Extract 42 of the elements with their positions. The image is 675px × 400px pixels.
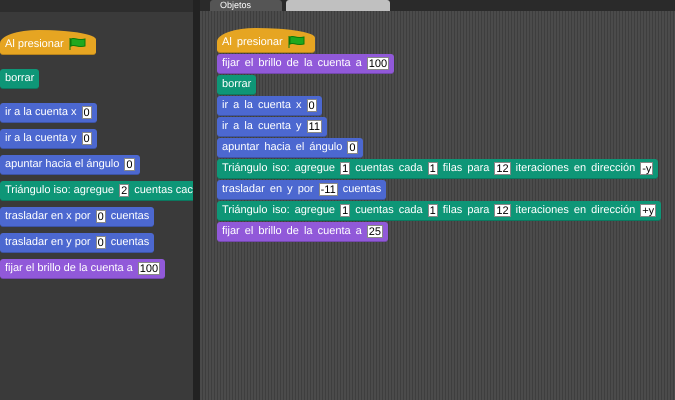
number-input[interactable]: 0 <box>306 99 317 112</box>
number-input[interactable]: 0 <box>347 141 358 154</box>
number-input[interactable]: -11 <box>318 183 338 196</box>
number-input[interactable]: 100 <box>138 262 160 275</box>
command-block[interactable]: ir a la cuenta y 11 <box>217 117 327 137</box>
number-input[interactable]: 0 <box>96 236 106 249</box>
command-block[interactable]: fijar el brillo de la cuenta a 100 <box>0 259 166 279</box>
command-block[interactable]: fijar el brillo de la cuenta a 100 <box>217 54 394 74</box>
number-input[interactable]: 0 <box>82 132 92 145</box>
number-input[interactable]: 2 <box>119 184 130 197</box>
command-block[interactable]: Triángulo iso: agregue 1 cuentas cada 1 filas para 12 iteraciones en dirección +y <box>217 201 662 221</box>
command-block[interactable]: ir a la cuenta x 0 <box>217 96 322 116</box>
command-block[interactable]: borrar <box>0 69 40 89</box>
command-block[interactable]: Triángulo iso: agregue 2 cuentas cac <box>0 181 193 201</box>
command-block[interactable]: apuntar hacia el ángulo 0 <box>0 155 140 175</box>
number-input[interactable]: 100 <box>366 57 390 70</box>
tab[interactable]: Objetos <box>210 0 282 11</box>
number-input[interactable]: 12 <box>494 162 511 175</box>
number-input[interactable]: 1 <box>340 204 350 217</box>
number-input[interactable]: 12 <box>494 204 511 217</box>
tab[interactable] <box>286 0 390 11</box>
command-block[interactable]: apuntar hacia el ángulo 0 <box>217 138 362 158</box>
command-block[interactable]: Triángulo iso: agregue 1 cuentas cada 1 filas para 12 iteraciones en dirección -y <box>217 159 658 179</box>
command-block[interactable]: trasladar en y por -11 cuentas <box>217 180 386 200</box>
command-block[interactable]: ir a la cuenta y 0 <box>0 129 97 149</box>
number-input[interactable]: +y <box>640 204 656 217</box>
number-input[interactable]: 1 <box>340 162 350 175</box>
command-block[interactable]: fijar el brillo de la cuenta a 25 <box>217 222 388 242</box>
number-input[interactable]: 11 <box>306 120 322 133</box>
number-input[interactable]: -y <box>640 162 654 175</box>
flag-icon <box>288 35 305 49</box>
command-block[interactable]: borrar <box>217 75 256 95</box>
number-input[interactable]: 1 <box>428 162 438 175</box>
number-input[interactable]: 0 <box>82 106 92 119</box>
command-block[interactable]: trasladar en y por 0 cuentas <box>0 233 154 253</box>
number-input[interactable]: 1 <box>428 204 438 217</box>
command-block[interactable]: ir a la cuenta x 0 <box>0 103 97 123</box>
number-input[interactable]: 25 <box>366 225 384 238</box>
number-input[interactable]: 0 <box>124 158 134 171</box>
flag-icon <box>68 37 86 51</box>
number-input[interactable]: 0 <box>96 210 106 223</box>
command-block[interactable]: trasladar en x por 0 cuentas <box>0 207 154 227</box>
